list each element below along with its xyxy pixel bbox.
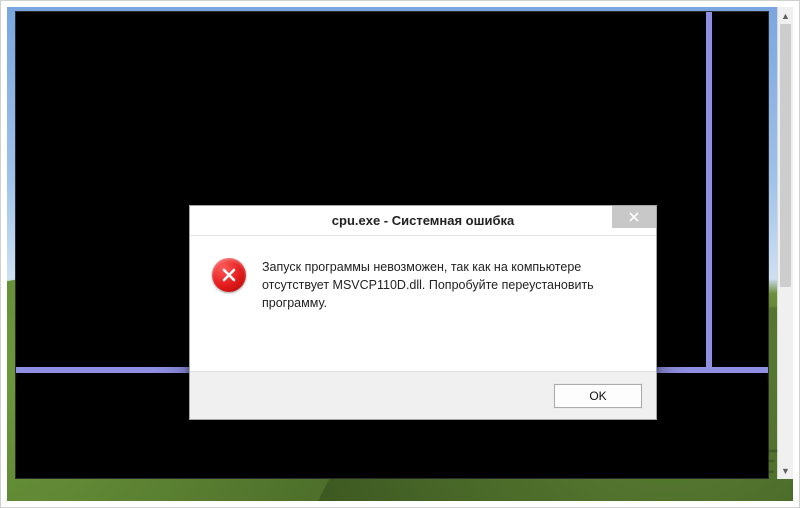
divider-vertical (706, 12, 712, 373)
close-button[interactable] (612, 206, 656, 228)
dialog-title: cpu.exe - Системная ошибка (332, 213, 514, 228)
dialog-message: Запуск программы невозможен, так как на … (262, 256, 632, 312)
scrollbar-track[interactable] (778, 24, 793, 462)
dialog-body: Запуск программы невозможен, так как на … (190, 236, 656, 322)
scrollbar-thumb[interactable] (780, 24, 791, 287)
error-dialog: cpu.exe - Системная ошибка Запуск програ… (189, 205, 657, 420)
error-icon (212, 258, 246, 292)
ok-button[interactable]: OK (554, 384, 642, 408)
scroll-up-arrow-icon[interactable]: ▲ (778, 7, 793, 24)
close-icon (629, 212, 639, 222)
scroll-down-arrow-icon[interactable]: ▼ (778, 462, 793, 479)
dialog-titlebar[interactable]: cpu.exe - Системная ошибка (190, 206, 656, 236)
screenshot-frame: ▲ ▼ cpu.exe - Системная ошибка (0, 0, 800, 508)
vertical-scrollbar[interactable]: ▲ ▼ (777, 7, 793, 479)
dialog-footer: OK (190, 371, 656, 419)
